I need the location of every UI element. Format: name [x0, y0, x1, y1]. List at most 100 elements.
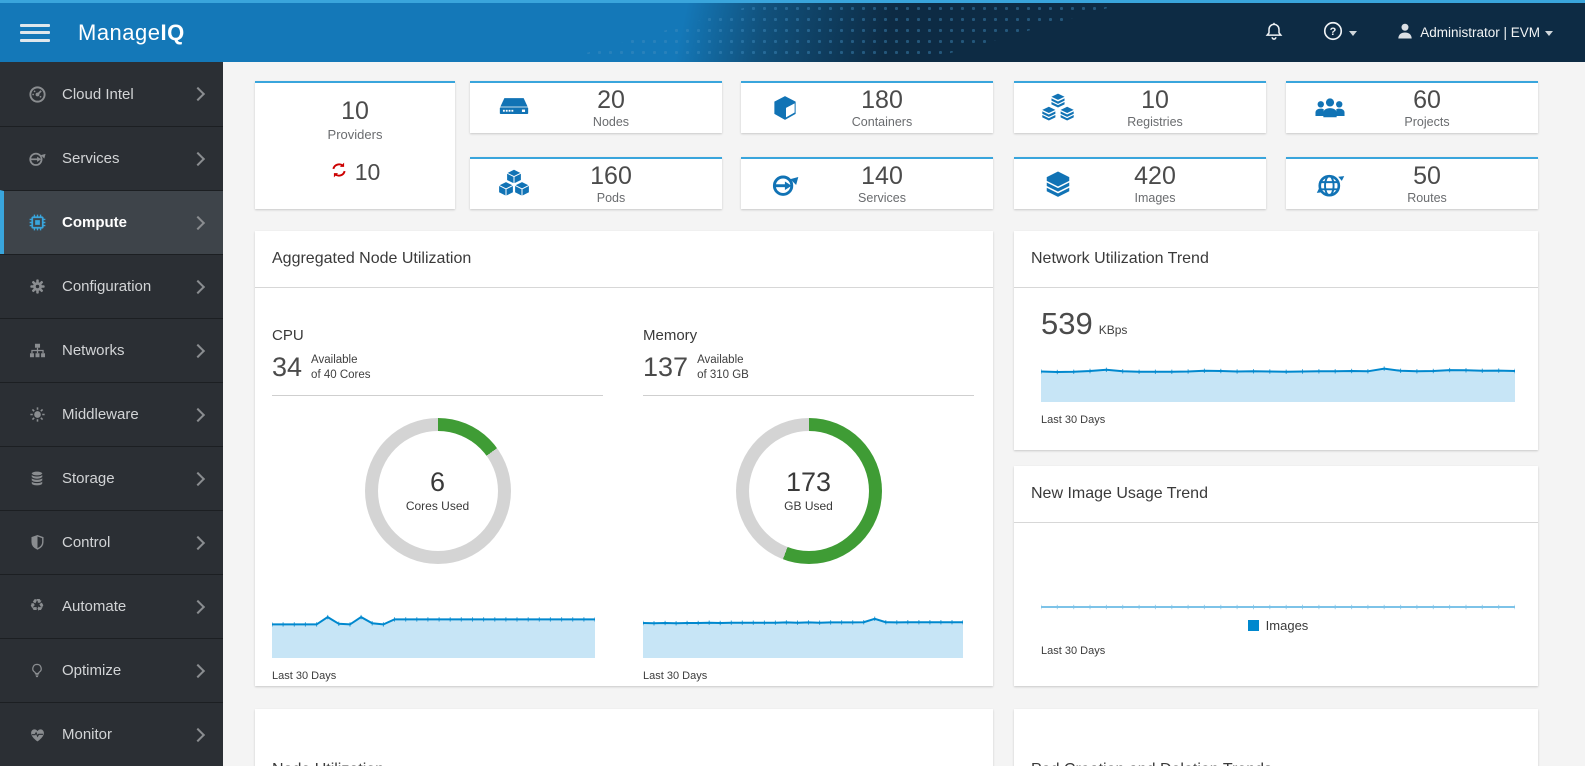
providers-card[interactable]: 10 Providers 10	[255, 81, 455, 209]
stat-count: 160	[590, 162, 632, 191]
providers-refresh-status[interactable]: 10	[255, 159, 455, 186]
sidebar-item-monitor[interactable]: Monitor	[0, 702, 223, 766]
network-chart-footer: Last 30 Days	[1041, 414, 1106, 426]
sidebar-item-label: Compute	[62, 214, 127, 231]
panel-title: Aggregated Node Utilization	[255, 231, 993, 288]
stat-label: Registries	[1127, 114, 1183, 129]
stat-count: 420	[1134, 162, 1176, 191]
manageiq-logo[interactable]: ManageIQ	[78, 20, 185, 46]
layers-icon	[1038, 169, 1078, 199]
sidebar-item-label: Control	[62, 534, 111, 551]
menu-toggle-button[interactable]	[20, 22, 50, 44]
sidebar-item-configuration[interactable]: Configuration	[0, 254, 223, 318]
routes-card[interactable]: 50 Routes	[1286, 157, 1538, 209]
network-rate-value: 539	[1041, 306, 1093, 341]
memory-donut-chart: 173 GB Used	[735, 418, 882, 564]
tachometer-icon	[25, 85, 49, 104]
sidebar-item-compute[interactable]: Compute	[0, 190, 223, 254]
dashboard-content: 10 Providers 10 20 Nodes 180 Containers …	[223, 62, 1585, 766]
sidebar-item-cloud-intel[interactable]: Cloud Intel	[0, 62, 223, 126]
registries-card[interactable]: 10 Registries	[1014, 81, 1266, 133]
sidebar-item-label: Storage	[62, 470, 115, 487]
notifications-button[interactable]	[1258, 19, 1290, 46]
chevron-right-icon	[190, 599, 206, 614]
shield-icon	[25, 533, 49, 552]
sidebar-item-label: Monitor	[62, 726, 113, 743]
cpu-available-count: 34	[272, 352, 303, 382]
sidebar-item-networks[interactable]: Networks	[0, 318, 223, 382]
cpu-available-label: Available	[311, 354, 358, 367]
memory-total-label: of 310 GB	[697, 368, 749, 381]
nodes-card[interactable]: 20 Nodes	[470, 81, 722, 133]
chevron-right-icon	[190, 535, 206, 550]
sidebar-item-automate[interactable]: ♻ Automate	[0, 574, 223, 638]
containers-card[interactable]: 180 Containers	[741, 81, 993, 133]
projects-card[interactable]: 60 Projects	[1286, 81, 1538, 133]
pod-trends-panel: Pod Creation and Deletion Trends	[1014, 709, 1538, 766]
memory-used-value: 173	[785, 467, 832, 497]
services-card[interactable]: 140 Services	[741, 157, 993, 209]
cpu-total-label: of 40 Cores	[311, 368, 371, 381]
sidebar-item-label: Automate	[62, 598, 127, 615]
user-label: Administrator | EVM	[1420, 25, 1540, 40]
cpu-icon	[25, 212, 49, 233]
globe-route-icon	[1310, 170, 1350, 199]
caret-down-icon	[1349, 31, 1358, 36]
stat-count: 50	[1413, 162, 1441, 191]
providers-refresh-count: 10	[354, 159, 381, 185]
sidebar-item-storage[interactable]: Storage	[0, 446, 223, 510]
sidebar-item-label: Cloud Intel	[62, 85, 134, 103]
sidebar-item-label: Networks	[62, 342, 125, 359]
pods-card[interactable]: 160 Pods	[470, 157, 722, 209]
memory-title: Memory	[643, 327, 698, 344]
user-icon	[1395, 21, 1415, 44]
stat-label: Routes	[1407, 190, 1447, 205]
top-navbar: ManageIQ ? Administrator | EVM	[0, 0, 1585, 62]
sidebar-item-middleware[interactable]: Middleware	[0, 382, 223, 446]
stat-label: Projects	[1404, 114, 1450, 129]
sidebar-item-control[interactable]: Control	[0, 510, 223, 574]
network-sparkline-chart	[1041, 366, 1515, 402]
cpu-used-label: Cores Used	[405, 499, 470, 513]
aggregated-node-utilization-panel: Aggregated Node Utilization CPU 34 Avail…	[255, 231, 993, 686]
providers-label: Providers	[327, 127, 383, 142]
panel-title: Pod Creation and Deletion Trends	[1014, 709, 1538, 766]
user-menu-button[interactable]: Administrator | EVM	[1389, 20, 1559, 45]
memory-utilization-column: Memory 137 Available of 310 GB 173 GB Us…	[643, 287, 974, 682]
stat-label: Services	[858, 190, 906, 205]
cpu-used-value: 6	[429, 467, 446, 497]
recycle-icon: ♻	[29, 596, 45, 616]
stat-count: 140	[861, 162, 903, 191]
chevron-right-icon	[190, 343, 206, 358]
server-icon	[494, 95, 534, 121]
sidebar-item-services[interactable]: Services	[0, 126, 223, 190]
cpu-donut-chart: 6 Cores Used	[364, 418, 511, 564]
panel-title: Node Utilization	[255, 709, 993, 766]
sitemap-icon	[25, 341, 49, 360]
middleware-icon	[25, 405, 49, 424]
help-menu-button[interactable]: ?	[1316, 19, 1363, 46]
manageiq-dashboard: ManageIQ ? Administrator | EVM Cloud Int…	[0, 0, 1585, 766]
registry-icon	[1038, 93, 1078, 123]
refresh-icon	[330, 161, 348, 184]
service-icon	[765, 170, 805, 199]
cpu-title: CPU	[272, 327, 304, 344]
network-rate-unit: KBps	[1098, 323, 1128, 337]
images-card[interactable]: 420 Images	[1014, 157, 1266, 209]
brand-iq: IQ	[160, 19, 185, 45]
memory-sparkline-chart	[643, 616, 963, 658]
stat-label: Containers	[851, 114, 913, 129]
cube-icon	[765, 93, 805, 123]
memory-available-count: 137	[643, 352, 689, 382]
stat-label: Images	[1134, 190, 1176, 205]
question-circle-icon: ?	[1322, 20, 1344, 45]
network-utilization-panel: Network Utilization Trend 539 KBps Last …	[1014, 231, 1538, 450]
legend-label: Images	[1265, 618, 1309, 633]
chevron-right-icon	[190, 727, 206, 742]
memory-chart-footer: Last 30 Days	[643, 670, 708, 682]
sidebar-item-optimize[interactable]: Optimize	[0, 638, 223, 702]
svg-text:?: ?	[1330, 26, 1337, 38]
sidebar-item-label: Services	[62, 150, 120, 167]
memory-used-label: GB Used	[784, 499, 833, 513]
new-image-usage-panel: New Image Usage Trend Images Last 30 Day…	[1014, 466, 1538, 686]
